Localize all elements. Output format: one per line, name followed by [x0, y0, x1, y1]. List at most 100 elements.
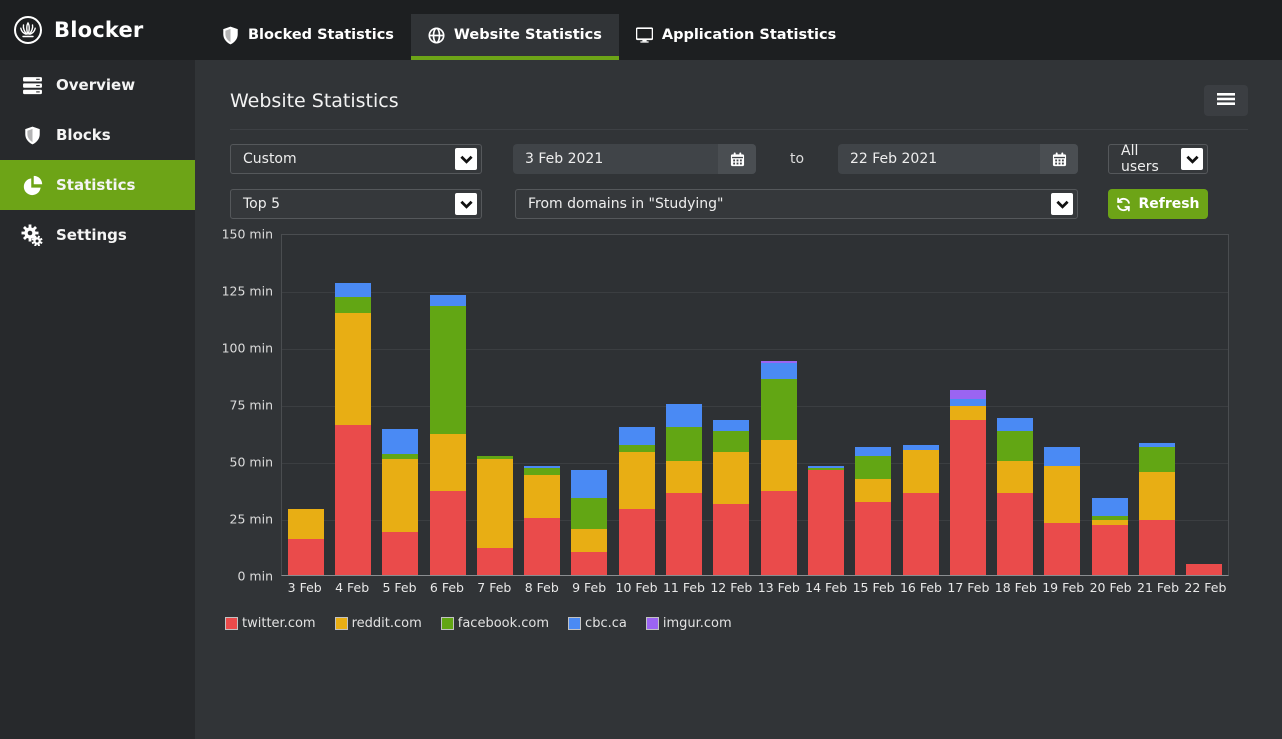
- bar-stack[interactable]: [524, 466, 560, 575]
- bar-segment-reddit.com[interactable]: [903, 450, 939, 493]
- bar-segment-facebook.com[interactable]: [997, 431, 1033, 461]
- bar-segment-reddit.com[interactable]: [524, 475, 560, 518]
- bar-segment-facebook.com[interactable]: [761, 379, 797, 441]
- bar-segment-twitter.com[interactable]: [430, 491, 466, 575]
- bar-segment-twitter.com[interactable]: [903, 493, 939, 575]
- bar-segment-twitter.com[interactable]: [1139, 520, 1175, 575]
- bar-segment-cbc.ca[interactable]: [335, 283, 371, 297]
- bar-stack[interactable]: [903, 445, 939, 575]
- bar-segment-cbc.ca[interactable]: [713, 420, 749, 431]
- users-select[interactable]: All users: [1108, 144, 1208, 174]
- chart-context-menu-button[interactable]: [1204, 85, 1248, 116]
- bar-segment-reddit.com[interactable]: [950, 406, 986, 420]
- bar-stack[interactable]: [571, 470, 607, 575]
- bar-segment-cbc.ca[interactable]: [761, 363, 797, 379]
- bar-segment-twitter.com[interactable]: [335, 425, 371, 575]
- sidebar-item-overview[interactable]: Overview: [0, 60, 195, 110]
- bar-stack[interactable]: [997, 418, 1033, 575]
- tab-blocked-statistics[interactable]: Blocked Statistics: [205, 14, 411, 60]
- bar-segment-twitter.com[interactable]: [1044, 523, 1080, 575]
- legend-item-twitter.com[interactable]: twitter.com: [225, 616, 316, 631]
- bar-segment-twitter.com[interactable]: [477, 548, 513, 575]
- legend-item-cbc.ca[interactable]: cbc.ca: [568, 616, 627, 631]
- bar-segment-reddit.com[interactable]: [761, 440, 797, 490]
- bar-segment-twitter.com[interactable]: [619, 509, 655, 575]
- bar-segment-cbc.ca[interactable]: [666, 404, 702, 427]
- bar-segment-facebook.com[interactable]: [619, 445, 655, 452]
- bar-segment-facebook.com[interactable]: [713, 431, 749, 452]
- bar-segment-cbc.ca[interactable]: [382, 429, 418, 454]
- bar-segment-twitter.com[interactable]: [288, 539, 324, 575]
- bar-segment-cbc.ca[interactable]: [619, 427, 655, 445]
- bar-stack[interactable]: [855, 447, 891, 575]
- sidebar-item-statistics[interactable]: Statistics: [0, 160, 195, 210]
- bar-segment-reddit.com[interactable]: [477, 459, 513, 548]
- refresh-button[interactable]: Refresh: [1108, 189, 1208, 219]
- bar-segment-reddit.com[interactable]: [335, 313, 371, 425]
- bar-stack[interactable]: [950, 390, 986, 575]
- bar-segment-facebook.com[interactable]: [335, 297, 371, 313]
- bar-segment-twitter.com[interactable]: [761, 491, 797, 575]
- date-range-select[interactable]: Custom: [230, 144, 482, 174]
- bar-segment-facebook.com[interactable]: [1139, 447, 1175, 472]
- bar-segment-twitter.com[interactable]: [713, 504, 749, 575]
- bar-stack[interactable]: [808, 466, 844, 575]
- bar-segment-reddit.com[interactable]: [430, 434, 466, 491]
- bar-segment-twitter.com[interactable]: [950, 420, 986, 575]
- top-n-select[interactable]: Top 5: [230, 189, 482, 219]
- sidebar-item-blocks[interactable]: Blocks: [0, 110, 195, 160]
- bar-segment-reddit.com[interactable]: [571, 529, 607, 552]
- bar-stack[interactable]: [477, 456, 513, 575]
- bar-segment-facebook.com[interactable]: [855, 456, 891, 479]
- bar-segment-cbc.ca[interactable]: [997, 418, 1033, 432]
- bar-segment-twitter.com[interactable]: [808, 470, 844, 575]
- bar-stack[interactable]: [335, 283, 371, 575]
- bar-segment-cbc.ca[interactable]: [430, 295, 466, 306]
- bar-stack[interactable]: [761, 361, 797, 575]
- bar-segment-facebook.com[interactable]: [430, 306, 466, 434]
- legend-item-reddit.com[interactable]: reddit.com: [335, 616, 422, 631]
- bar-segment-twitter.com[interactable]: [571, 552, 607, 575]
- bar-segment-twitter.com[interactable]: [1092, 525, 1128, 575]
- bar-segment-twitter.com[interactable]: [1186, 564, 1222, 575]
- legend-item-imgur.com[interactable]: imgur.com: [646, 616, 732, 631]
- bar-segment-cbc.ca[interactable]: [855, 447, 891, 456]
- tab-website-statistics[interactable]: Website Statistics: [411, 14, 619, 60]
- bar-segment-cbc.ca[interactable]: [571, 470, 607, 497]
- bar-segment-reddit.com[interactable]: [288, 509, 324, 539]
- tab-application-statistics[interactable]: Application Statistics: [619, 14, 853, 60]
- bar-segment-reddit.com[interactable]: [1139, 472, 1175, 520]
- bar-segment-cbc.ca[interactable]: [1092, 498, 1128, 516]
- bar-segment-facebook.com[interactable]: [571, 498, 607, 530]
- bar-segment-imgur.com[interactable]: [950, 390, 986, 399]
- bar-segment-twitter.com[interactable]: [524, 518, 560, 575]
- bar-stack[interactable]: [1139, 443, 1175, 575]
- bar-segment-reddit.com[interactable]: [1044, 466, 1080, 523]
- bar-segment-twitter.com[interactable]: [382, 532, 418, 575]
- bar-segment-twitter.com[interactable]: [855, 502, 891, 575]
- bar-segment-reddit.com[interactable]: [382, 459, 418, 532]
- bar-stack[interactable]: [619, 427, 655, 575]
- bar-segment-reddit.com[interactable]: [855, 479, 891, 502]
- bar-segment-reddit.com[interactable]: [713, 452, 749, 504]
- bar-segment-twitter.com[interactable]: [997, 493, 1033, 575]
- sidebar-item-settings[interactable]: Settings: [0, 210, 195, 260]
- bar-segment-cbc.ca[interactable]: [950, 399, 986, 406]
- bar-stack[interactable]: [1186, 564, 1222, 575]
- legend-item-facebook.com[interactable]: facebook.com: [441, 616, 549, 631]
- bar-stack[interactable]: [666, 404, 702, 575]
- bar-segment-reddit.com[interactable]: [997, 461, 1033, 493]
- date-from-input[interactable]: 3 Feb 2021: [513, 144, 756, 174]
- calendar-icon[interactable]: [1040, 144, 1078, 174]
- date-to-input[interactable]: 22 Feb 2021: [838, 144, 1078, 174]
- bar-segment-facebook.com[interactable]: [666, 427, 702, 461]
- bar-segment-reddit.com[interactable]: [666, 461, 702, 493]
- bar-segment-facebook.com[interactable]: [524, 468, 560, 475]
- bar-segment-cbc.ca[interactable]: [1044, 447, 1080, 465]
- bar-stack[interactable]: [288, 509, 324, 575]
- calendar-icon[interactable]: [718, 144, 756, 174]
- bar-stack[interactable]: [430, 295, 466, 575]
- bar-stack[interactable]: [382, 429, 418, 575]
- bar-stack[interactable]: [1092, 498, 1128, 575]
- bar-segment-reddit.com[interactable]: [619, 452, 655, 509]
